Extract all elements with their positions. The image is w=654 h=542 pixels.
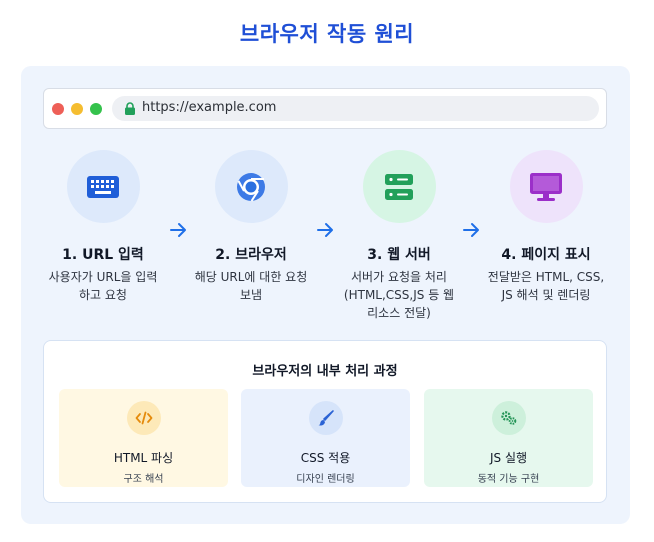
step-desc-line: (HTML,CSS,JS 등 웹	[343, 288, 455, 302]
step-desc-line: 리소스 전달)	[367, 306, 431, 320]
code-icon	[126, 401, 161, 435]
chrome-icon	[237, 172, 265, 202]
step-desc-line: 전달받은 HTML, CSS,	[487, 270, 605, 284]
keyboard-icon	[87, 175, 119, 198]
process-title: 브라우저의 내부 처리 과정	[252, 364, 398, 379]
process-card-css: CSS 적용 디자인 렌더링	[241, 389, 410, 487]
address-bar[interactable]: https://example.com	[112, 96, 599, 121]
step-description: 전달받은 HTML, CSS, JS 해석 및 렌더링	[476, 268, 616, 304]
process-card-js: JS 실행 동적 기능 구현	[424, 389, 593, 487]
step-page-display: 4. 페이지 표시 전달받은 HTML, CSS, JS 해석 및 렌더링	[476, 150, 616, 304]
card-description: 동적 기능 구현	[477, 474, 540, 485]
step-icon-circle	[214, 150, 288, 223]
server-icon	[385, 173, 413, 200]
card-description: 구조 해석	[123, 474, 164, 485]
step-web-server: 3. 웹 서버 서버가 요청을 처리 (HTML,CSS,JS 등 웹 리소스 …	[329, 150, 469, 322]
step-icon-circle	[66, 150, 140, 223]
step-description: 서버가 요청을 처리 (HTML,CSS,JS 등 웹 리소스 전달)	[329, 268, 469, 322]
page-title: 브라우저 작동 원리	[239, 22, 415, 46]
step-icon-circle	[362, 150, 436, 223]
brush-icon	[308, 401, 343, 435]
process-card-html: HTML 파싱 구조 해석	[59, 389, 228, 487]
card-title: HTML 파싱	[113, 451, 174, 465]
step-browser: 2. 브라우저 해당 URL에 대한 요청 보냄	[181, 150, 321, 304]
step-desc-line: 서버가 요청을 처리	[351, 270, 447, 284]
maximize-dot-icon[interactable]	[90, 103, 102, 115]
close-dot-icon[interactable]	[52, 103, 64, 115]
step-desc-line: 하고 요청	[79, 288, 127, 302]
step-title: 1. URL 입력	[62, 247, 144, 263]
step-url-input: 1. URL 입력 사용자가 URL을 입력 하고 요청	[33, 150, 173, 304]
step-description: 해당 URL에 대한 요청 보냄	[181, 268, 321, 304]
step-desc-line: JS 해석 및 렌더링	[501, 288, 591, 302]
step-icon-circle	[509, 150, 583, 223]
internal-process-box: 브라우저의 내부 처리 과정 HTML 파싱 구조 해석 CSS 적용 디자인 …	[43, 340, 607, 503]
url-text: https://example.com	[142, 100, 277, 115]
browser-window: https://example.com	[43, 88, 607, 129]
card-title: JS 실행	[489, 451, 528, 465]
monitor-icon	[530, 172, 562, 201]
step-description: 사용자가 URL을 입력 하고 요청	[33, 268, 173, 304]
gears-icon	[491, 401, 526, 435]
lock-icon	[125, 102, 135, 115]
card-title: CSS 적용	[300, 451, 351, 465]
minimize-dot-icon[interactable]	[71, 103, 83, 115]
step-title: 3. 웹 서버	[367, 247, 431, 263]
step-title: 2. 브라우저	[215, 247, 287, 263]
card-description: 디자인 렌더링	[296, 474, 355, 485]
step-title: 4. 페이지 표시	[501, 247, 591, 263]
step-desc-line: 해당 URL에 대한 요청	[194, 270, 308, 284]
step-desc-line: 사용자가 URL을 입력	[48, 270, 158, 284]
step-desc-line: 보냄	[239, 288, 263, 302]
